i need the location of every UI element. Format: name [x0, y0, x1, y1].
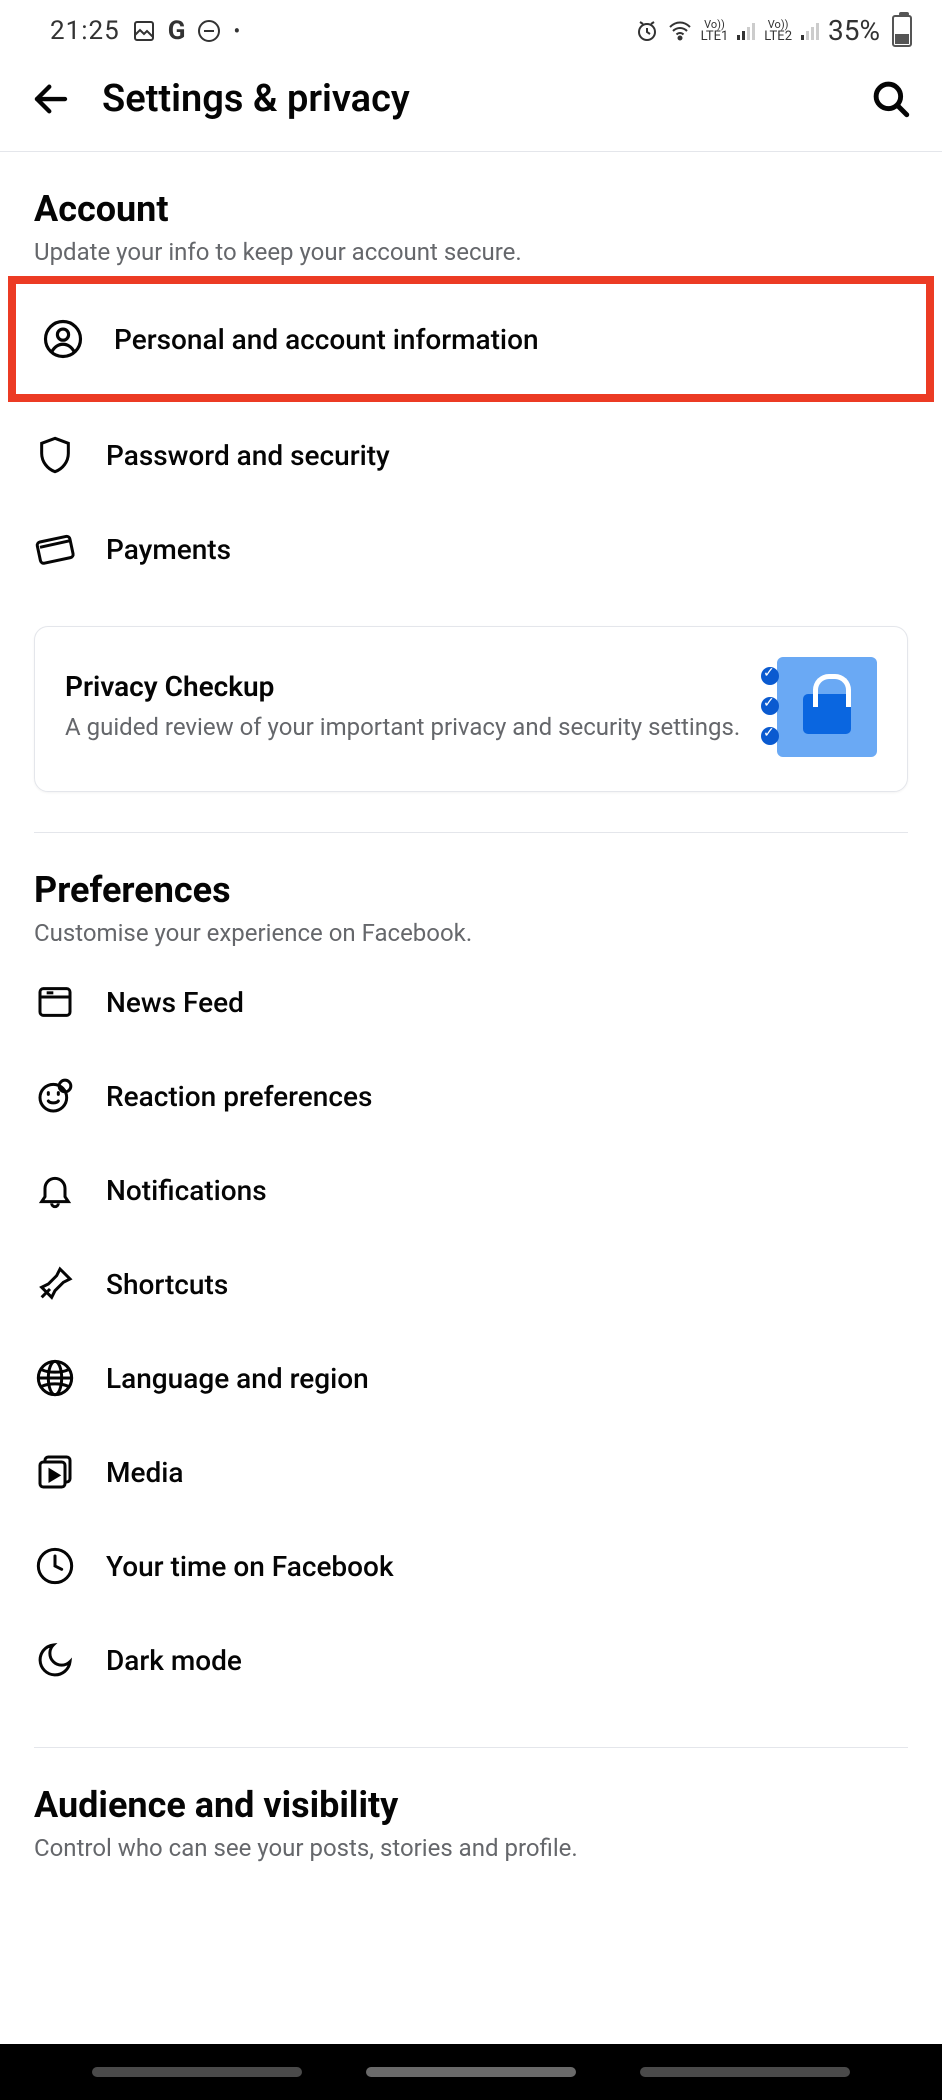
item-news-feed-label: News Feed: [106, 986, 244, 1019]
privacy-checkup-title: Privacy Checkup: [65, 670, 757, 703]
page-title: Settings & privacy: [102, 77, 870, 121]
item-your-time-label: Your time on Facebook: [106, 1550, 394, 1583]
section-account-sub: Update your info to keep your account se…: [34, 238, 908, 266]
privacy-lock-icon: [777, 657, 877, 757]
privacy-checkup-card[interactable]: Privacy Checkup A guided review of your …: [34, 626, 908, 792]
privacy-checkup-sub: A guided review of your important privac…: [65, 711, 757, 743]
nav-home[interactable]: [366, 2067, 576, 2077]
section-audience-sub: Control who can see your posts, stories …: [34, 1834, 908, 1862]
globe-icon: [34, 1357, 76, 1399]
signal1-icon: [736, 21, 756, 41]
search-button[interactable]: [870, 78, 912, 120]
item-payments-label: Payments: [106, 533, 231, 566]
section-preferences: Preferences Customise your experience on…: [0, 833, 942, 1707]
item-personal-info-label: Personal and account information: [114, 323, 539, 356]
section-audience: Audience and visibility Control who can …: [0, 1748, 942, 1862]
signal2-icon: [800, 21, 820, 41]
item-language-region[interactable]: Language and region: [34, 1331, 908, 1425]
moon-icon: [34, 1639, 76, 1681]
nav-back[interactable]: [640, 2067, 850, 2077]
item-password-security[interactable]: Password and security: [34, 408, 908, 502]
highlight-personal-info: Personal and account information: [8, 276, 934, 402]
status-left: 21:25 G •: [50, 16, 240, 46]
status-right: Vo))LTE1 Vo))LTE2 35%: [635, 14, 912, 47]
item-media[interactable]: Media: [34, 1425, 908, 1519]
item-notifications[interactable]: Notifications: [34, 1143, 908, 1237]
item-dark-mode[interactable]: Dark mode: [34, 1613, 908, 1707]
dot-icon: •: [233, 19, 240, 43]
battery-icon: [892, 15, 912, 47]
section-preferences-sub: Customise your experience on Facebook.: [34, 919, 908, 947]
reaction-icon: [34, 1075, 76, 1117]
shield-icon: [34, 434, 76, 476]
newsfeed-icon: [34, 981, 76, 1023]
image-icon: [132, 19, 156, 43]
item-password-security-label: Password and security: [106, 439, 390, 472]
section-preferences-title: Preferences: [34, 869, 908, 911]
item-personal-info[interactable]: Personal and account information: [42, 284, 900, 394]
item-notifications-label: Notifications: [106, 1174, 267, 1207]
dnd-icon: [197, 19, 221, 43]
status-bar: 21:25 G • Vo))LTE1 Vo))LTE2 35%: [0, 0, 942, 57]
lte2-label: Vo))LTE2: [764, 19, 792, 43]
item-payments[interactable]: Payments: [34, 502, 908, 596]
item-language-label: Language and region: [106, 1362, 369, 1395]
clock-icon: [34, 1545, 76, 1587]
section-account-title: Account: [34, 188, 908, 230]
item-news-feed[interactable]: News Feed: [34, 955, 908, 1049]
lte1-label: Vo))LTE1: [701, 19, 729, 43]
system-nav-bar: [0, 2044, 942, 2100]
status-time: 21:25: [50, 16, 120, 46]
alarm-icon: [635, 19, 659, 43]
item-your-time[interactable]: Your time on Facebook: [34, 1519, 908, 1613]
pin-icon: [34, 1263, 76, 1305]
section-account: Account Update your info to keep your ac…: [0, 152, 942, 266]
item-media-label: Media: [106, 1456, 184, 1489]
person-circle-icon: [42, 318, 84, 360]
bell-icon: [34, 1169, 76, 1211]
item-reaction-preferences[interactable]: Reaction preferences: [34, 1049, 908, 1143]
app-header: Settings & privacy: [0, 57, 942, 152]
item-shortcuts-label: Shortcuts: [106, 1268, 228, 1301]
wifi-icon: [667, 19, 693, 43]
card-icon: [34, 528, 76, 570]
section-audience-title: Audience and visibility: [34, 1784, 908, 1826]
item-reaction-label: Reaction preferences: [106, 1080, 372, 1113]
battery-percent: 35%: [828, 14, 880, 47]
item-dark-mode-label: Dark mode: [106, 1644, 242, 1677]
back-button[interactable]: [30, 78, 72, 120]
google-icon: G: [168, 16, 186, 46]
nav-recents[interactable]: [92, 2067, 302, 2077]
item-shortcuts[interactable]: Shortcuts: [34, 1237, 908, 1331]
account-items: Password and security Payments: [0, 402, 942, 596]
media-icon: [34, 1451, 76, 1493]
